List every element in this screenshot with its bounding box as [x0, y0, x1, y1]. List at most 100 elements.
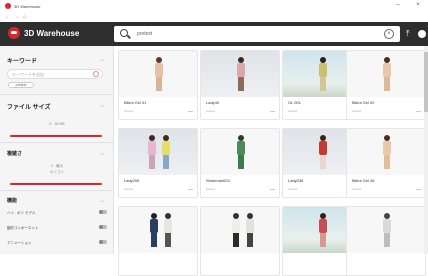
figure-image	[145, 135, 159, 171]
model-author: pretext	[288, 187, 298, 191]
search-icon	[119, 28, 131, 40]
brand[interactable]: 3D Warehouse	[8, 27, 79, 39]
model-name: Workman003	[206, 178, 230, 183]
nav-row: ← → ⌂	[0, 12, 428, 22]
model-name: Lady038	[288, 178, 304, 183]
toggle-row: 動的コンポーネント	[7, 224, 107, 232]
model-author: pretext	[288, 109, 298, 113]
figure-image	[234, 57, 248, 93]
filesize-slider[interactable]	[10, 135, 102, 137]
figure-image	[316, 213, 330, 249]
clear-keyword-icon[interactable]	[93, 71, 99, 77]
chevron-up-icon[interactable]: ︿	[100, 56, 105, 63]
keyword-chip[interactable]: pretext	[8, 82, 34, 88]
complexity-slider[interactable]	[10, 183, 102, 185]
download-icon[interactable]	[270, 185, 275, 190]
minimize-button[interactable]: –	[392, 2, 404, 8]
toggle-switch[interactable]	[99, 210, 107, 214]
figure-image	[380, 135, 394, 171]
figure-image	[234, 135, 248, 171]
model-author: pretext	[206, 109, 216, 113]
figure-image	[152, 57, 166, 93]
model-thumbnail	[119, 207, 197, 253]
model-name: Lady40	[206, 100, 220, 105]
model-author: pretext	[206, 187, 216, 191]
model-card[interactable]: Workman003 pretext	[200, 128, 280, 198]
figure-image	[316, 57, 330, 93]
figure-image	[147, 213, 161, 249]
app-logo-icon	[5, 3, 11, 9]
complexity-heading: 複雑さ	[7, 151, 23, 157]
model-author: pretext	[124, 109, 134, 113]
complexity-range: 0 - 最大	[50, 164, 64, 168]
download-icon[interactable]	[416, 185, 421, 190]
model-card[interactable]: Bikini Girl 02 pretext	[346, 50, 426, 120]
avatar[interactable]	[418, 30, 426, 38]
clear-search-button[interactable]: ×	[384, 29, 394, 39]
download-icon[interactable]	[270, 107, 275, 112]
model-card[interactable]	[118, 206, 198, 276]
toggle-switch[interactable]	[99, 240, 107, 244]
model-thumbnail	[347, 207, 425, 253]
toggle-switch[interactable]	[99, 225, 107, 229]
model-thumbnail	[347, 129, 425, 175]
model-thumbnail	[201, 129, 279, 175]
close-button[interactable]: ×	[412, 2, 424, 8]
divider	[0, 142, 114, 143]
toggle-label: アニメーション	[7, 240, 32, 245]
filesize-heading: ファイル サイズ	[7, 105, 51, 111]
figure-image	[380, 57, 394, 93]
model-name: Lady205	[124, 178, 140, 183]
filesize-range: 0 - 30 MB	[49, 122, 65, 126]
forward-arrow-icon[interactable]: →	[14, 14, 19, 20]
model-card[interactable]	[346, 206, 426, 276]
model-card[interactable]	[200, 206, 280, 276]
back-arrow-icon[interactable]: ←	[5, 14, 10, 20]
model-thumbnail	[201, 51, 279, 97]
model-thumbnail	[201, 207, 279, 253]
model-card[interactable]: Lady40 pretext	[200, 50, 280, 120]
features-heading: 機能	[7, 198, 18, 204]
search-bar[interactable]: pretext ×	[114, 26, 400, 42]
figure-image	[243, 213, 257, 249]
toggle-row: ハイ - ポリ モデル	[7, 209, 107, 217]
figure-image	[229, 213, 243, 249]
model-author: pretext	[352, 109, 362, 113]
filter-sidebar: キーワード ︿ キーワードを追加 pretext ファイル サイズ ︿ 0 - …	[0, 46, 114, 254]
model-name: OL 001	[288, 100, 301, 105]
model-card[interactable]: Bikini Girl 46 pretext	[346, 128, 426, 198]
chevron-up-icon[interactable]: ︿	[100, 197, 105, 204]
chevron-up-icon[interactable]: ︿	[100, 150, 105, 157]
model-thumbnail	[347, 51, 425, 97]
complexity-unit: ポリゴン	[50, 170, 64, 174]
keyword-input[interactable]: キーワードを追加	[7, 69, 103, 79]
model-thumbnail	[119, 129, 197, 175]
model-name: Bikini Girl 01	[124, 100, 147, 105]
scrollbar[interactable]	[424, 46, 428, 254]
download-icon[interactable]	[416, 107, 421, 112]
toggle-label: 動的コンポーネント	[7, 225, 39, 230]
keyword-heading: キーワード	[7, 59, 38, 65]
model-card[interactable]: Lady205 pretext	[118, 128, 198, 198]
keyword-placeholder: キーワードを追加	[12, 72, 44, 77]
model-thumbnail	[119, 51, 197, 97]
figure-image	[380, 213, 394, 249]
divider	[0, 94, 114, 95]
brand-name: 3D Warehouse	[24, 28, 80, 38]
divider	[0, 190, 114, 191]
model-name: Bikini Girl 46	[352, 178, 375, 183]
chevron-up-icon[interactable]: ︿	[100, 102, 105, 109]
figure-image	[159, 135, 173, 171]
app-header: 3D Warehouse pretext × ⤒	[0, 22, 428, 46]
warehouse-logo-icon	[8, 27, 20, 39]
upload-icon[interactable]: ⤒	[406, 29, 410, 39]
download-icon[interactable]	[188, 107, 193, 112]
search-input[interactable]: pretext	[137, 31, 152, 37]
figure-image	[161, 213, 175, 249]
model-card[interactable]: Bikini Girl 01 pretext	[118, 50, 198, 120]
download-icon[interactable]	[188, 185, 193, 190]
figure-image	[316, 135, 330, 171]
toggle-label: ハイ - ポリ モデル	[7, 210, 36, 215]
home-icon[interactable]: ⌂	[23, 14, 26, 20]
app-window: 3D Warehouse – × ← → ⌂ 3D Warehouse pret…	[0, 0, 428, 276]
